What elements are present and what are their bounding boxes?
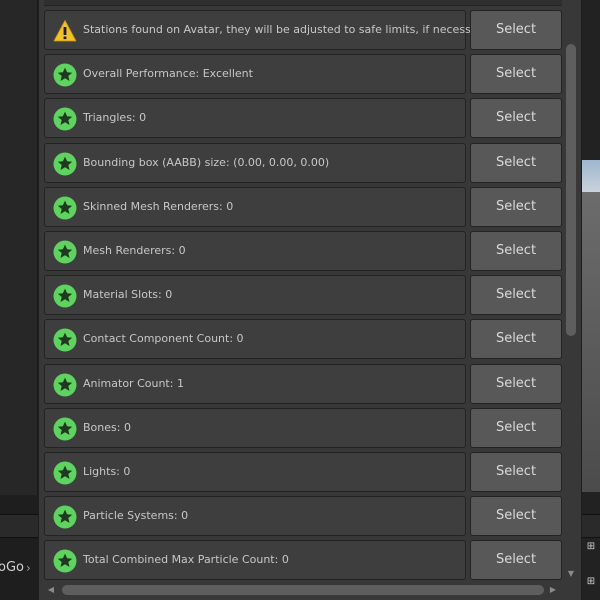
- breadcrumb[interactable]: oGo ›: [0, 550, 38, 586]
- validation-message-text: Bones: 0: [83, 420, 131, 434]
- select-button[interactable]: Select: [470, 54, 562, 95]
- validation-message-text: Lights: 0: [83, 465, 131, 478]
- validation-message: Overall Performance: Excellent: [44, 54, 466, 95]
- validation-row: Bones: 0 Select: [44, 407, 562, 448]
- scene-sky: [582, 160, 600, 192]
- validation-message: Contact Component Count: 0: [44, 319, 466, 360]
- star-icon: [53, 373, 77, 397]
- star-icon: [53, 461, 77, 485]
- star-icon: [53, 284, 77, 308]
- star-icon: [53, 549, 77, 573]
- validation-row: Lights: 0 Select: [44, 452, 562, 492]
- select-button[interactable]: Select: [470, 98, 562, 139]
- validation-message-text: Overall Performance: Excellent: [83, 67, 253, 81]
- select-button[interactable]: Select: [470, 142, 562, 183]
- validation-message-text: Mesh Renderers: 0: [83, 244, 186, 257]
- vertical-scrollbar-thumb[interactable]: [566, 44, 576, 336]
- layout-icon[interactable]: ⊞: [582, 575, 600, 589]
- validation-message: Bounding box (AABB) size: (0.00, 0.00, 0…: [44, 142, 466, 183]
- validation-row: Mesh Renderers: 0 Select: [44, 231, 562, 271]
- validation-message: Particle Systems: 0: [44, 496, 466, 537]
- validation-message: Stations found on Avatar, they will be a…: [44, 10, 490, 50]
- validation-message-text: Contact Component Count: 0: [83, 332, 244, 346]
- scene-ground: [582, 192, 600, 492]
- select-button[interactable]: Select: [470, 496, 562, 537]
- validation-row: Stations found on Avatar, they will be a…: [44, 10, 562, 50]
- select-button[interactable]: Select: [470, 452, 562, 492]
- star-icon: [53, 107, 77, 131]
- validation-row: Bounding box (AABB) size: (0.00, 0.00, 0…: [44, 142, 562, 183]
- validation-message-text: Total Combined Max Particle Count: 0: [83, 553, 289, 567]
- select-button[interactable]: Select: [470, 540, 562, 581]
- star-icon: [53, 240, 77, 264]
- breadcrumb-label: oGo: [0, 560, 24, 575]
- validation-message: Total Combined Max Particle Count: 0: [44, 540, 466, 581]
- validation-row: Skinned Mesh Renderers: 0 Select: [44, 186, 562, 227]
- select-button[interactable]: Select: [470, 186, 562, 227]
- star-icon: [53, 417, 77, 441]
- validation-row: Animator Count: 1 Select: [44, 363, 562, 404]
- validation-message-text: Triangles: 0: [83, 111, 147, 125]
- validation-message: Material Slots: 0: [44, 275, 466, 316]
- star-icon: [53, 196, 77, 220]
- left-editor-view: [0, 0, 38, 495]
- validation-message-text: Bounding box (AABB) size: (0.00, 0.00, 0…: [83, 155, 330, 169]
- horizontal-scrollbar-thumb[interactable]: [62, 585, 544, 595]
- validation-message: Animator Count: 1: [44, 363, 466, 404]
- validation-row: Triangles: 0 Select: [44, 98, 562, 139]
- validation-row: Contact Component Count: 0 Select: [44, 319, 562, 360]
- panel-top-edge: [44, 0, 562, 6]
- validation-message: Lights: 0: [44, 452, 466, 492]
- validation-message: Skinned Mesh Renderers: 0: [44, 186, 466, 227]
- select-button[interactable]: Select: [470, 407, 562, 448]
- validation-message-text: Animator Count: 1: [83, 376, 184, 390]
- select-button[interactable]: Select: [470, 319, 562, 360]
- scroll-down-icon[interactable]: ▼: [564, 567, 578, 581]
- validation-message-text: Stations found on Avatar, they will be a…: [83, 23, 491, 36]
- left-toolbar-strip: [0, 514, 38, 538]
- warning-icon: [53, 19, 77, 43]
- chevron-right-icon: ›: [26, 561, 31, 575]
- select-button[interactable]: Select: [470, 275, 562, 316]
- validation-message-text: Material Slots: 0: [83, 288, 173, 302]
- validation-message-text: Skinned Mesh Renderers: 0: [83, 199, 234, 213]
- grid-icon[interactable]: ⊞: [582, 540, 600, 554]
- validation-message-text: Particle Systems: 0: [83, 509, 189, 523]
- select-button[interactable]: Select: [470, 363, 562, 404]
- validation-row: Total Combined Max Particle Count: 0 Sele…: [44, 540, 562, 581]
- star-icon: [53, 505, 77, 529]
- select-button[interactable]: Select: [470, 231, 562, 271]
- validation-message: Triangles: 0: [44, 98, 466, 139]
- star-icon: [53, 328, 77, 352]
- select-button[interactable]: Select: [470, 10, 562, 50]
- validation-row: Overall Performance: Excellent Select: [44, 54, 562, 95]
- validation-row: Particle Systems: 0 Select: [44, 496, 562, 537]
- validation-message: Bones: 0: [44, 407, 466, 448]
- right-toolbar-strip: [582, 514, 600, 538]
- validation-row: Material Slots: 0 Select: [44, 275, 562, 316]
- validation-message: Mesh Renderers: 0: [44, 231, 466, 271]
- scroll-right-icon[interactable]: ▶: [546, 582, 560, 598]
- scroll-left-icon[interactable]: ◀: [44, 582, 58, 598]
- star-icon: [53, 63, 77, 87]
- star-icon: [53, 152, 77, 176]
